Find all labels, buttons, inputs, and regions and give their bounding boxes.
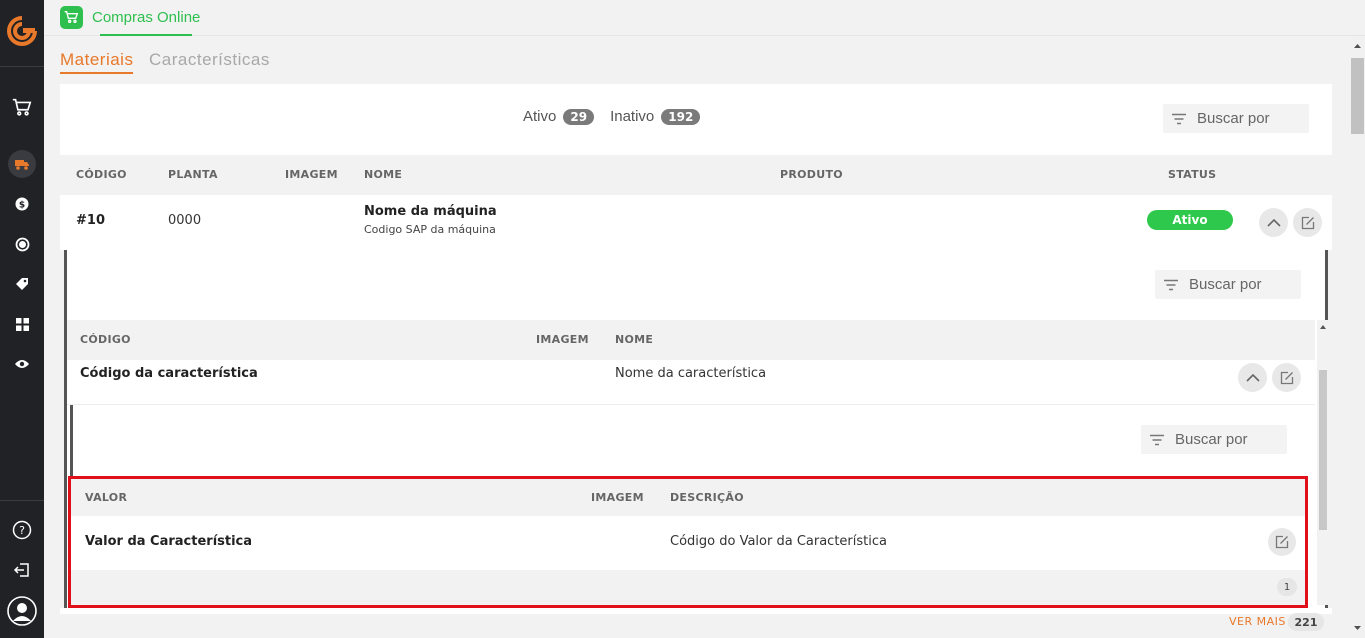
value-table-footer: 1 — [71, 570, 1305, 605]
row-nome-sub: Codigo SAP da máquina — [364, 223, 496, 236]
ver-mais-link[interactable]: VER MAIS — [1229, 615, 1286, 628]
header-planta[interactable]: PLANTA — [168, 168, 218, 181]
dollar-icon[interactable]: $ — [8, 190, 36, 218]
cart-icon[interactable] — [8, 93, 36, 121]
header-codigo[interactable]: CÓDIGO — [80, 333, 131, 346]
inactive-count-badge: 192 — [661, 108, 701, 125]
value-descricao: Código do Valor da Característica — [670, 534, 887, 549]
user-icon[interactable] — [6, 595, 38, 627]
status-counts: Ativo 29 Inativo 192 — [523, 108, 716, 125]
search-placeholder: Buscar por — [1189, 276, 1262, 293]
value-edit-button[interactable] — [1268, 528, 1296, 556]
char-collapse-button[interactable] — [1238, 363, 1267, 392]
char-nome: Nome da característica — [615, 366, 767, 381]
grid-icon[interactable] — [8, 310, 36, 338]
characteristics-inner: Buscar por CÓDIGO IMAGEM NOME Código da … — [64, 250, 1329, 608]
search-input[interactable]: Buscar por — [1163, 104, 1309, 133]
sidebar: $ ? — [0, 0, 44, 638]
eye-icon[interactable] — [8, 350, 36, 378]
values-table-highlight: VALOR IMAGEM DESCRIÇÃO Valor da Caracter… — [68, 476, 1308, 608]
value-table-row[interactable]: Valor da Característica Código do Valor … — [71, 516, 1305, 570]
edit-icon — [1301, 216, 1314, 229]
collapse-button[interactable] — [1259, 208, 1288, 237]
value-table-header: VALOR IMAGEM DESCRIÇÃO — [71, 479, 1305, 516]
char-search-input[interactable]: Buscar por — [1155, 270, 1301, 299]
sidebar-divider — [0, 66, 44, 67]
tab-materiais[interactable]: Materiais — [60, 50, 133, 70]
scroll-down-icon[interactable] — [1350, 621, 1365, 635]
tab-indicator — [60, 72, 133, 74]
char-table-header: CÓDIGO IMAGEM NOME — [67, 320, 1315, 360]
inner-scrollbar[interactable] — [1317, 320, 1329, 605]
sidebar-divider — [0, 500, 44, 501]
filter-icon — [1164, 279, 1178, 290]
scroll-up-icon[interactable] — [1317, 322, 1329, 332]
page-number-badge[interactable]: 1 — [1277, 578, 1297, 596]
truck-icon[interactable] — [8, 150, 36, 178]
chevron-up-icon — [1266, 218, 1281, 227]
inner-scrollbar-thumb[interactable] — [1319, 370, 1327, 530]
search-placeholder: Buscar por — [1197, 110, 1270, 127]
svg-text:$: $ — [19, 201, 25, 211]
edit-icon — [1280, 371, 1293, 384]
char-edit-button[interactable] — [1272, 363, 1301, 392]
app-tab-indicator — [100, 34, 192, 36]
header-imagem: IMAGEM — [285, 168, 338, 181]
header-descricao[interactable]: DESCRIÇÃO — [670, 491, 744, 504]
refresh-dollar-icon[interactable] — [8, 230, 36, 258]
filter-icon — [1172, 113, 1186, 124]
search-placeholder: Buscar por — [1175, 431, 1248, 448]
cart-icon — [60, 5, 83, 29]
materials-card: Ativo 29 Inativo 192 Buscar por CÓDIGO P… — [60, 84, 1332, 614]
row-codigo: #10 — [76, 213, 105, 228]
chevron-up-icon — [1245, 373, 1260, 382]
row-nome: Nome da máquina — [364, 204, 497, 219]
inactive-label[interactable]: Inativo — [610, 108, 654, 125]
filter-icon — [1150, 434, 1164, 445]
char-table-row[interactable]: Código da característica Nome da caracte… — [67, 360, 1315, 405]
app-tab-compras[interactable]: Compras Online — [60, 5, 200, 29]
top-bar: Compras Online — [44, 0, 1365, 36]
logout-icon[interactable] — [8, 556, 36, 584]
active-label[interactable]: Ativo — [523, 108, 556, 125]
header-status[interactable]: STATUS — [1168, 168, 1216, 181]
table-row[interactable]: #10 0000 Nome da máquina Codigo SAP da m… — [60, 195, 1332, 250]
active-count-badge: 29 — [563, 108, 595, 125]
page-scrollbar-thumb[interactable] — [1351, 58, 1364, 134]
page-scrollbar[interactable] — [1350, 36, 1365, 638]
logo-icon[interactable] — [6, 15, 38, 47]
header-imagem: IMAGEM — [536, 333, 589, 346]
value-search-input[interactable]: Buscar por — [1141, 425, 1287, 454]
help-icon[interactable]: ? — [8, 516, 36, 544]
header-nome[interactable]: NOME — [615, 333, 653, 346]
table-header: CÓDIGO PLANTA IMAGEM NOME PRODUTO STATUS — [60, 155, 1332, 195]
tab-caracteristicas[interactable]: Características — [149, 50, 270, 70]
header-produto[interactable]: PRODUTO — [780, 168, 843, 181]
header-imagem: IMAGEM — [591, 491, 644, 504]
edit-icon — [1275, 535, 1289, 549]
header-valor[interactable]: VALOR — [85, 491, 127, 504]
header-nome[interactable]: NOME — [364, 168, 402, 181]
characteristics-panel: Buscar por CÓDIGO IMAGEM NOME Código da … — [60, 250, 1332, 608]
value-valor: Valor da Característica — [85, 534, 253, 549]
status-badge: Ativo — [1147, 210, 1233, 230]
char-codigo: Código da característica — [80, 366, 258, 381]
tag-icon[interactable] — [8, 270, 36, 298]
scroll-up-icon[interactable] — [1350, 39, 1365, 53]
header-codigo[interactable]: CÓDIGO — [76, 168, 127, 181]
svg-text:?: ? — [19, 524, 25, 537]
total-count-badge: 221 — [1288, 613, 1324, 631]
edit-button[interactable] — [1293, 208, 1322, 237]
app-title: Compras Online — [92, 8, 201, 26]
row-planta: 0000 — [168, 213, 202, 228]
